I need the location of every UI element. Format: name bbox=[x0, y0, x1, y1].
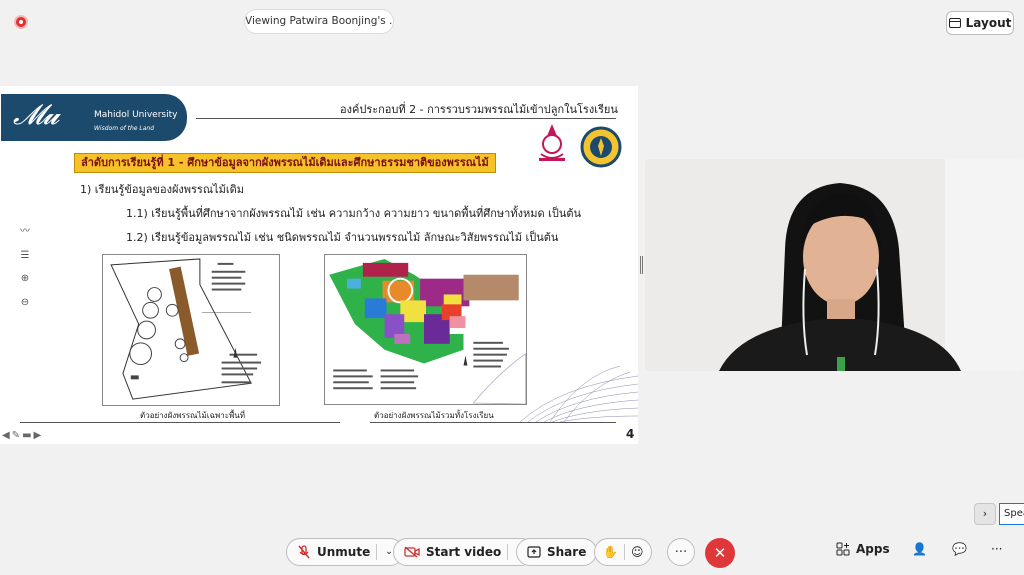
header-divider bbox=[196, 118, 616, 119]
participant-video-tile bbox=[645, 159, 1024, 371]
mic-muted-icon bbox=[298, 545, 310, 559]
decorative-wave-pattern-icon bbox=[520, 366, 638, 422]
slide-point-1-2: 1.2) เรียนรู้ข้อมูลพรรณไม้ เช่น ชนิดพรรณ… bbox=[126, 231, 559, 244]
footer-divider-right bbox=[370, 422, 616, 423]
next-slide-icon[interactable]: ▶ bbox=[34, 430, 42, 441]
raise-hand-icon[interactable]: ✋ bbox=[603, 545, 618, 559]
start-video-button[interactable]: Start video ⌄ bbox=[393, 538, 535, 566]
zoom-out-icon[interactable]: ⊖ bbox=[21, 297, 29, 308]
slide-page-number: 4 bbox=[626, 427, 635, 441]
more-options-button[interactable]: ··· bbox=[667, 538, 695, 566]
footer-divider-left bbox=[20, 422, 340, 423]
layout-button[interactable]: Layout bbox=[946, 11, 1014, 35]
university-name: Mahidol University bbox=[94, 110, 178, 120]
viewing-share-pill[interactable]: Viewing Patwira Boonjing's ... bbox=[244, 9, 394, 34]
close-icon: ✕ bbox=[713, 544, 727, 562]
participants-pager-button[interactable]: › bbox=[974, 503, 996, 525]
unmute-button[interactable]: Unmute ⌄ bbox=[286, 538, 404, 566]
more-panel-button[interactable]: ··· bbox=[991, 542, 1002, 556]
map1-caption: ตัวอย่างผังพรรณไม้เฉพาะพื้นที่ bbox=[140, 411, 246, 420]
reactions-icon[interactable]: ☺ bbox=[631, 545, 644, 559]
slide-header: องค์ประกอบที่ 2 - การรวบรวมพรรณไม้เข้าปล… bbox=[340, 103, 618, 116]
unmute-divider bbox=[376, 544, 378, 560]
annotation-toolbar: 〰 ☰ ⊕ ⊖ bbox=[12, 212, 38, 318]
share-icon bbox=[527, 546, 541, 558]
more-horizontal-icon: ··· bbox=[991, 542, 1003, 556]
participants-button[interactable]: 👤 bbox=[912, 542, 927, 556]
panel-resize-handle[interactable] bbox=[640, 256, 643, 274]
pen-icon[interactable]: ✎ bbox=[12, 430, 20, 441]
share-label: Share bbox=[547, 545, 587, 559]
chat-button[interactable]: 💬 bbox=[952, 542, 967, 556]
layout-icon bbox=[948, 18, 961, 28]
mu-logo-glyph-icon: 𝓜𝓾 bbox=[13, 98, 60, 131]
university-tagline: Wisdom of the Land bbox=[94, 125, 155, 132]
pen-tool-icon[interactable]: 〰 bbox=[20, 222, 30, 237]
zoom-in-icon[interactable]: ⊕ bbox=[21, 273, 29, 284]
royal-seal-icon bbox=[580, 126, 622, 168]
area-plant-map-image bbox=[102, 254, 280, 406]
participant-video-image bbox=[645, 159, 1024, 371]
speaker-view-chip[interactable]: Spea bbox=[999, 503, 1024, 525]
chat-icon: 💬 bbox=[952, 542, 967, 556]
school-plant-map-image bbox=[324, 254, 527, 405]
leave-meeting-button[interactable]: ✕ bbox=[705, 538, 735, 568]
school-emblem-icon bbox=[539, 124, 565, 161]
reactions-group: ✋ ☺ bbox=[594, 538, 653, 566]
learning-step-banner: ลำดับการเรียนรู้ที่ 1 - ศึกษาข้อมูลจากผั… bbox=[74, 153, 496, 173]
pointer-tool-icon[interactable]: ☰ bbox=[21, 250, 30, 261]
apps-icon bbox=[836, 542, 850, 556]
more-horizontal-icon: ··· bbox=[674, 544, 688, 560]
menu-icon[interactable]: ▬ bbox=[22, 430, 31, 441]
chevron-down-icon[interactable]: ⌄ bbox=[385, 547, 393, 557]
unmute-label: Unmute bbox=[317, 545, 371, 559]
mahidol-logo: 𝓜𝓾 Mahidol University Wisdom of the Land bbox=[1, 94, 187, 141]
slide-point-1: 1) เรียนรู้ข้อมูลของผังพรรณไม้เดิม bbox=[80, 183, 244, 196]
apps-button[interactable]: Apps bbox=[836, 542, 890, 556]
share-button[interactable]: Share bbox=[516, 538, 598, 566]
video-off-icon bbox=[404, 546, 420, 558]
reactions-divider bbox=[623, 544, 625, 560]
participants-icon: 👤 bbox=[912, 542, 927, 556]
start-video-label: Start video bbox=[426, 545, 502, 559]
meeting-control-bar: Unmute ⌄ Start video ⌄ Share ✋ ☺ ··· ✕ A… bbox=[0, 530, 1024, 575]
map2-caption: ตัวอย่างผังพรรณไม้รวมทั้งโรงเรียน bbox=[374, 411, 494, 420]
layout-button-label: Layout bbox=[965, 16, 1012, 30]
shared-slide: 𝓜𝓾 Mahidol University Wisdom of the Land… bbox=[0, 86, 638, 444]
slide-point-1-1: 1.1) เรียนรู้พื้นที่ศึกษาจากผังพรรณไม้ เ… bbox=[126, 207, 582, 220]
prev-slide-icon[interactable]: ◀ bbox=[2, 430, 10, 441]
recording-indicator-icon bbox=[14, 15, 28, 29]
slide-navigation: ◀ ✎ ▬ ▶ bbox=[2, 430, 41, 441]
chevron-right-icon: › bbox=[982, 507, 988, 520]
apps-label: Apps bbox=[856, 542, 890, 556]
video-divider bbox=[507, 544, 509, 560]
